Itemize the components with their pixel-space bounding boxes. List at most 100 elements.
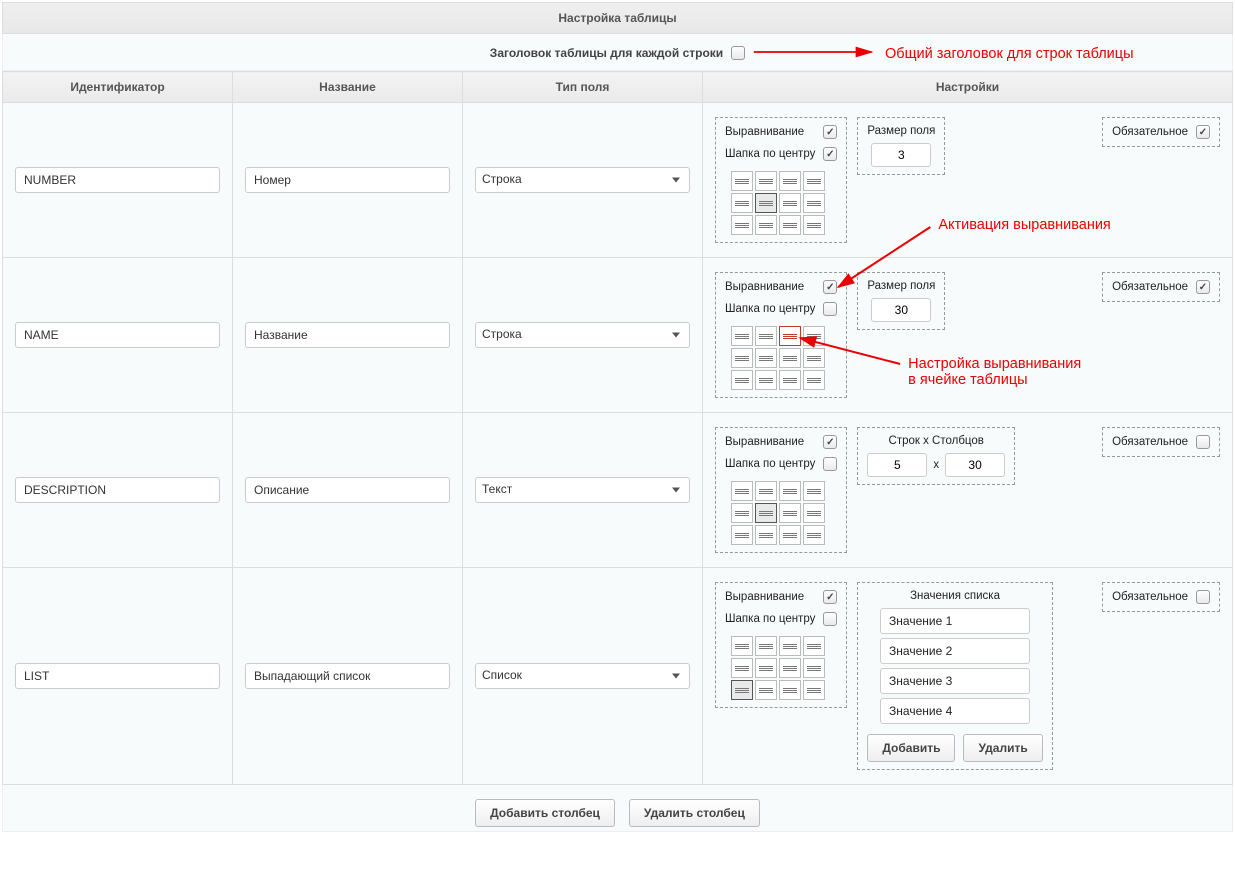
align-option-top-center[interactable] — [755, 636, 777, 656]
name-input[interactable] — [245, 322, 450, 348]
align-option-bot-center[interactable] — [755, 525, 777, 545]
align-option-top-right[interactable] — [779, 636, 801, 656]
align-option-bot-justify[interactable] — [803, 215, 825, 235]
alignment-checkbox[interactable] — [823, 280, 837, 294]
align-option-mid-right[interactable] — [779, 348, 801, 368]
alignment-checkbox[interactable] — [823, 125, 837, 139]
align-option-mid-right[interactable] — [779, 193, 801, 213]
align-option-bot-justify[interactable] — [803, 680, 825, 700]
alignment-checkbox[interactable] — [823, 590, 837, 604]
align-option-top-center[interactable] — [755, 481, 777, 501]
align-option-mid-left[interactable] — [731, 348, 753, 368]
align-option-top-justify[interactable] — [803, 481, 825, 501]
align-option-mid-right[interactable] — [779, 503, 801, 523]
name-input[interactable] — [245, 167, 450, 193]
align-option-top-left[interactable] — [731, 326, 753, 346]
align-option-top-left[interactable] — [731, 636, 753, 656]
align-option-bot-right[interactable] — [779, 680, 801, 700]
align-option-bot-center[interactable] — [755, 215, 777, 235]
align-option-bot-center[interactable] — [755, 370, 777, 390]
header-center-label: Шапка по центру — [725, 148, 815, 160]
required-checkbox[interactable] — [1196, 280, 1210, 294]
name-input[interactable] — [245, 663, 450, 689]
alignment-checkbox[interactable] — [823, 435, 837, 449]
align-option-mid-justify[interactable] — [803, 503, 825, 523]
align-option-top-left[interactable] — [731, 171, 753, 191]
align-option-center-middle[interactable] — [755, 193, 777, 213]
align-option-top-center[interactable] — [755, 326, 777, 346]
list-add-button[interactable]: Добавить — [867, 734, 955, 762]
table-row: СтрокаВыравниваниеШапка по центруРазмер … — [3, 258, 1233, 413]
required-checkbox[interactable] — [1196, 590, 1210, 604]
identifier-input[interactable] — [15, 322, 220, 348]
header-center-checkbox[interactable] — [823, 147, 837, 161]
align-option-center-middle[interactable] — [755, 348, 777, 368]
align-option-mid-left[interactable] — [731, 193, 753, 213]
name-input[interactable] — [245, 477, 450, 503]
align-option-bot-justify[interactable] — [803, 525, 825, 545]
align-option-bot-left[interactable] — [731, 215, 753, 235]
align-option-top-right[interactable] — [779, 171, 801, 191]
list-value-item[interactable]: Значение 3 — [880, 668, 1030, 694]
field-size-input[interactable] — [871, 298, 931, 322]
list-value-item[interactable]: Значение 4 — [880, 698, 1030, 724]
field-type-select[interactable]: Текст — [475, 477, 690, 503]
align-option-mid-left[interactable] — [731, 658, 753, 678]
alignment-label: Выравнивание — [725, 126, 804, 138]
align-option-top-right[interactable] — [779, 326, 801, 346]
align-option-bot-center[interactable] — [755, 680, 777, 700]
align-option-top-justify[interactable] — [803, 636, 825, 656]
add-column-button[interactable]: Добавить столбец — [475, 799, 615, 827]
page-title: Настройка таблицы — [2, 2, 1233, 34]
alignment-box: ВыравниваниеШапка по центру — [715, 427, 847, 553]
rows-input[interactable] — [867, 453, 927, 477]
align-option-mid-justify[interactable] — [803, 193, 825, 213]
identifier-input[interactable] — [15, 663, 220, 689]
align-option-mid-justify[interactable] — [803, 348, 825, 368]
align-option-top-right[interactable] — [779, 481, 801, 501]
align-option-center-middle[interactable] — [755, 503, 777, 523]
col-settings-header: Настройки — [703, 72, 1233, 103]
identifier-input[interactable] — [15, 167, 220, 193]
alignment-box: Выравнивание Шапка по центру — [715, 117, 847, 243]
field-type-select[interactable]: Список — [475, 663, 690, 689]
align-option-bot-justify[interactable] — [803, 370, 825, 390]
align-option-top-justify[interactable] — [803, 326, 825, 346]
align-option-mid-left[interactable] — [731, 503, 753, 523]
align-option-bot-left[interactable] — [731, 370, 753, 390]
required-box: Обязательное — [1102, 427, 1220, 457]
align-option-bot-right[interactable] — [779, 370, 801, 390]
align-option-bot-left[interactable] — [731, 525, 753, 545]
header-center-label: Шапка по центру — [725, 613, 815, 625]
list-value-item[interactable]: Значение 2 — [880, 638, 1030, 664]
align-option-top-justify[interactable] — [803, 171, 825, 191]
field-type-select[interactable]: Строка — [475, 167, 690, 193]
field-size-input[interactable] — [871, 143, 931, 167]
header-per-row-checkbox[interactable] — [731, 46, 745, 60]
required-checkbox[interactable] — [1196, 125, 1210, 139]
alignment-box: Выравнивание Шапка по центру — [715, 582, 847, 708]
field-size-box: Размер поля — [857, 117, 945, 175]
field-type-select[interactable]: Строка — [475, 322, 690, 348]
list-value-item[interactable]: Значение 1 — [880, 608, 1030, 634]
align-option-top-center[interactable] — [755, 171, 777, 191]
header-center-checkbox[interactable] — [823, 457, 837, 471]
rows-cols-label: Строк х Столбцов — [889, 435, 984, 447]
align-option-bot-left[interactable] — [731, 680, 753, 700]
identifier-input[interactable] — [15, 477, 220, 503]
align-option-center-middle[interactable] — [755, 658, 777, 678]
header-per-row-label: Заголовок таблицы для каждой строки — [490, 46, 723, 60]
alignment-label: Выравнивание — [725, 591, 804, 603]
header-center-checkbox[interactable] — [823, 612, 837, 626]
header-center-checkbox[interactable] — [823, 302, 837, 316]
cols-input[interactable] — [945, 453, 1005, 477]
field-size-label: Размер поля — [867, 125, 935, 137]
required-checkbox[interactable] — [1196, 435, 1210, 449]
align-option-mid-right[interactable] — [779, 658, 801, 678]
list-delete-button[interactable]: Удалить — [963, 734, 1042, 762]
align-option-top-left[interactable] — [731, 481, 753, 501]
delete-column-button[interactable]: Удалить столбец — [629, 799, 760, 827]
align-option-bot-right[interactable] — [779, 525, 801, 545]
align-option-bot-right[interactable] — [779, 215, 801, 235]
align-option-mid-justify[interactable] — [803, 658, 825, 678]
